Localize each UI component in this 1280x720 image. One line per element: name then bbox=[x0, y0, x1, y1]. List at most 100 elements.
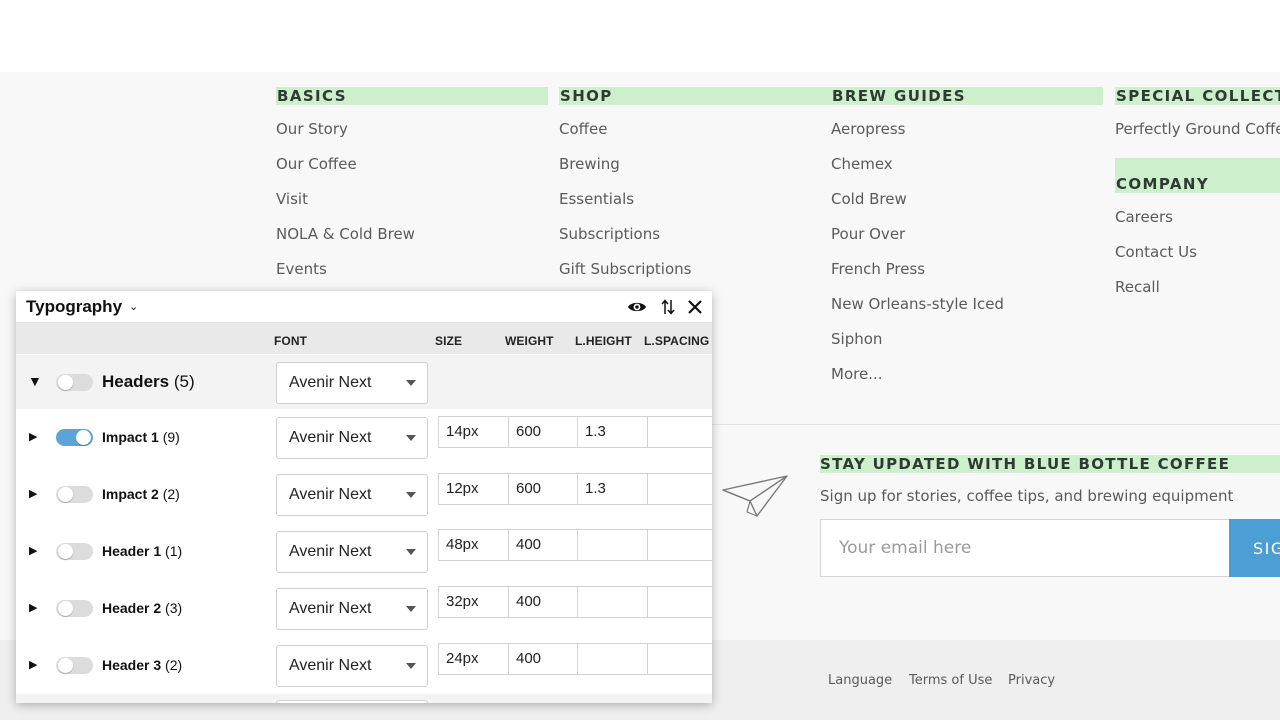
weight-input[interactable]: 600 bbox=[508, 473, 578, 505]
column-heading: BREW GUIDES bbox=[831, 87, 1103, 105]
font-select[interactable]: Avenir Next bbox=[276, 645, 428, 687]
font-select[interactable] bbox=[276, 700, 428, 703]
email-input[interactable] bbox=[820, 519, 1230, 577]
col-weight: WEIGHT bbox=[505, 334, 554, 348]
footer-link-chemex[interactable]: Chemex bbox=[831, 154, 1103, 174]
size-input[interactable]: 14px bbox=[438, 416, 509, 448]
footer-link-brewing[interactable]: Brewing bbox=[559, 154, 831, 174]
dropdown-arrow-icon bbox=[406, 492, 416, 498]
font-select[interactable]: Avenir Next bbox=[276, 362, 428, 404]
next-row-partial bbox=[16, 694, 712, 703]
letter-spacing-input[interactable] bbox=[647, 643, 712, 675]
line-height-input[interactable]: 1.3 bbox=[577, 473, 648, 505]
col-line-height: L.HEIGHT bbox=[575, 334, 632, 348]
column-heading: BASICS bbox=[276, 87, 548, 105]
footer-link-careers[interactable]: Careers bbox=[1115, 207, 1280, 227]
link-list: Careers Contact Us Recall bbox=[1115, 207, 1280, 297]
sort-arrows-icon[interactable] bbox=[658, 297, 678, 317]
letter-spacing-input[interactable] bbox=[647, 473, 712, 505]
weight-input[interactable]: 400 bbox=[508, 643, 578, 675]
terms-of-use-link[interactable]: Terms of Use bbox=[909, 673, 992, 689]
weight-input[interactable]: 600 bbox=[508, 416, 578, 448]
size-input[interactable]: 32px bbox=[438, 586, 509, 618]
footer-column-company: COMPANY Careers Contact Us Recall bbox=[1115, 158, 1280, 297]
footer-link-french-press[interactable]: French Press bbox=[831, 259, 1103, 279]
footer-link-subscriptions[interactable]: Subscriptions bbox=[559, 224, 831, 244]
line-height-input[interactable]: 1.3 bbox=[577, 416, 648, 448]
style-row-header-1: ▶ Header 1 (1) Avenir Next 48px 400 bbox=[16, 523, 712, 580]
letter-spacing-input[interactable] bbox=[647, 416, 712, 448]
expand-triangle-icon[interactable]: ▶ bbox=[29, 544, 37, 557]
expand-triangle-icon[interactable]: ▶ bbox=[29, 487, 37, 500]
collapse-triangle-icon[interactable]: ▼ bbox=[28, 373, 42, 389]
letter-spacing-input[interactable] bbox=[647, 529, 712, 561]
expand-triangle-icon[interactable]: ▶ bbox=[29, 430, 37, 443]
weight-input[interactable]: 400 bbox=[508, 586, 578, 618]
style-row-header-2: ▶ Header 2 (3) Avenir Next 32px 400 bbox=[16, 580, 712, 637]
style-label: Impact 2 (2) bbox=[102, 486, 180, 502]
expand-triangle-icon[interactable]: ▶ bbox=[29, 658, 37, 671]
expand-triangle-icon[interactable]: ▶ bbox=[29, 601, 37, 614]
footer-link-contact-us[interactable]: Contact Us bbox=[1115, 242, 1280, 262]
size-input[interactable]: 24px bbox=[438, 643, 509, 675]
chevron-down-icon[interactable]: ⌄ bbox=[129, 300, 138, 313]
footer-link-visit[interactable]: Visit bbox=[276, 189, 548, 209]
footer-link-more[interactable]: More... bbox=[831, 364, 1103, 384]
font-select[interactable]: Avenir Next bbox=[276, 474, 428, 516]
toggle-switch[interactable] bbox=[56, 543, 93, 560]
toggle-switch[interactable] bbox=[56, 657, 93, 674]
footer-link-coffee[interactable]: Coffee bbox=[559, 119, 831, 139]
footer-link-pour-over[interactable]: Pour Over bbox=[831, 224, 1103, 244]
size-input[interactable]: 12px bbox=[438, 473, 509, 505]
style-label: Impact 1 (9) bbox=[102, 429, 180, 445]
column-heading: SHOP bbox=[559, 87, 831, 105]
weight-input[interactable]: 400 bbox=[508, 529, 578, 561]
toggle-switch[interactable] bbox=[56, 600, 93, 617]
link-list: Coffee Brewing Essentials Subscriptions … bbox=[559, 119, 831, 279]
font-select[interactable]: Avenir Next bbox=[276, 588, 428, 630]
footer-link-siphon[interactable]: Siphon bbox=[831, 329, 1103, 349]
footer-link-recall[interactable]: Recall bbox=[1115, 277, 1280, 297]
footer-link-cold-brew[interactable]: Cold Brew bbox=[831, 189, 1103, 209]
footer-link-events[interactable]: Events bbox=[276, 259, 548, 279]
privacy-link[interactable]: Privacy bbox=[1008, 673, 1055, 689]
letter-spacing-input[interactable] bbox=[647, 586, 712, 618]
line-height-input[interactable] bbox=[577, 643, 648, 675]
footer-column-basics: BASICS Our Story Our Coffee Visit NOLA &… bbox=[276, 87, 548, 279]
footer-link-gift-subscriptions[interactable]: Gift Subscriptions bbox=[559, 259, 831, 279]
footer-link-nola-cold-brew[interactable]: NOLA & Cold Brew bbox=[276, 224, 548, 244]
style-row-impact-1: ▶ Impact 1 (9) Avenir Next 14px 600 1.3 bbox=[16, 409, 712, 466]
style-label: Header 3 (2) bbox=[102, 657, 183, 673]
style-label: Header 1 (1) bbox=[102, 543, 183, 559]
footer-column-special-collection: SPECIAL COLLECT Perfectly Ground Coffe bbox=[1115, 87, 1280, 139]
style-label: Header 2 (3) bbox=[102, 600, 183, 616]
footer-link-new-orleans-iced[interactable]: New Orleans-style Iced bbox=[831, 294, 1103, 314]
panel-title[interactable]: Typography bbox=[26, 297, 122, 317]
style-row-header-3: ▶ Header 3 (2) Avenir Next 24px 400 bbox=[16, 637, 712, 694]
toggle-switch[interactable] bbox=[56, 374, 93, 391]
footer-divider bbox=[711, 424, 1280, 425]
footer-link-essentials[interactable]: Essentials bbox=[559, 189, 831, 209]
size-input[interactable]: 48px bbox=[438, 529, 509, 561]
page: BASICS Our Story Our Coffee Visit NOLA &… bbox=[0, 0, 1280, 720]
line-height-input[interactable] bbox=[577, 586, 648, 618]
footer-link-our-coffee[interactable]: Our Coffee bbox=[276, 154, 548, 174]
font-select[interactable]: Avenir Next bbox=[276, 417, 428, 459]
footer-link-aeropress[interactable]: Aeropress bbox=[831, 119, 1103, 139]
line-height-input[interactable] bbox=[577, 529, 648, 561]
paper-plane-icon bbox=[722, 475, 788, 517]
close-icon[interactable] bbox=[685, 297, 705, 317]
dropdown-arrow-icon bbox=[406, 663, 416, 669]
font-select[interactable]: Avenir Next bbox=[276, 531, 428, 573]
footer-link-perfectly-ground[interactable]: Perfectly Ground Coffe bbox=[1115, 119, 1280, 139]
signup-button[interactable]: SIG bbox=[1229, 519, 1280, 577]
column-heading: SPECIAL COLLECT bbox=[1115, 87, 1280, 105]
newsletter-subtext: Sign up for stories, coffee tips, and br… bbox=[820, 487, 1234, 505]
footer-link-our-story[interactable]: Our Story bbox=[276, 119, 548, 139]
eye-icon[interactable] bbox=[627, 297, 647, 317]
toggle-switch[interactable] bbox=[56, 486, 93, 503]
style-row-impact-2: ▶ Impact 2 (2) Avenir Next 12px 600 1.3 bbox=[16, 466, 712, 523]
newsletter-heading: STAY UPDATED WITH BLUE BOTTLE COFFEE bbox=[820, 455, 1280, 473]
toggle-switch[interactable] bbox=[56, 429, 93, 446]
language-link[interactable]: Language bbox=[828, 673, 892, 689]
